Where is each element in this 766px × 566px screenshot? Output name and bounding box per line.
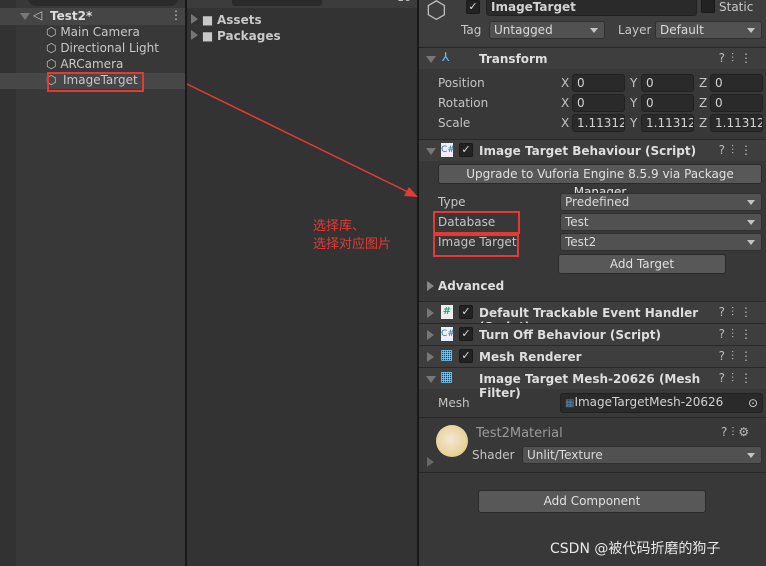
annotation-arrow	[186, 83, 418, 197]
annotation-text: 选择库、 选择对应图片	[313, 219, 392, 252]
watermark: CSDN @被代码折磨的狗子	[550, 541, 721, 557]
